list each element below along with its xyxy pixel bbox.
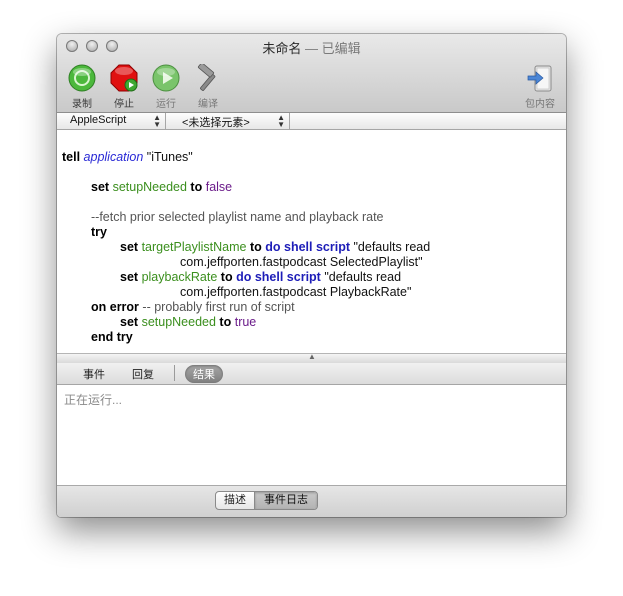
language-popup[interactable]: AppleScript ▲ ▼ bbox=[57, 113, 166, 129]
run-button[interactable]: 运行 bbox=[146, 64, 186, 110]
record-button[interactable]: 录制 bbox=[62, 64, 102, 110]
stop-button[interactable]: 停止 bbox=[104, 64, 144, 110]
document-status: 已编辑 bbox=[321, 41, 361, 56]
tab-replies[interactable]: 回复 bbox=[132, 366, 154, 382]
splitter-handle-icon: ▲ bbox=[308, 352, 316, 361]
result-text: 正在运行... bbox=[64, 393, 123, 407]
element-popup-value: <未选择元素> bbox=[182, 117, 250, 129]
window-toolbar: 未命名 — 已编辑 录制 停止 运行 编译 包内容 bbox=[57, 34, 566, 113]
script-line: try bbox=[91, 225, 107, 239]
popup-arrows-icon: ▲ ▼ bbox=[277, 113, 285, 129]
view-segmented-control: 描述 事件日志 bbox=[215, 491, 318, 510]
script-line: com.jeffporten.fastpodcast PlaybackRate" bbox=[180, 285, 412, 299]
result-pane[interactable]: 正在运行... bbox=[57, 385, 566, 485]
document-name: 未命名 bbox=[262, 41, 302, 56]
compile-button[interactable]: 编译 bbox=[188, 64, 228, 110]
bundle-contents-label: 包内容 bbox=[525, 99, 555, 110]
event-log-segment[interactable]: 事件日志 bbox=[255, 492, 317, 509]
record-icon bbox=[68, 64, 96, 92]
result-tab-bar: 事件 回复 结果 bbox=[57, 363, 566, 385]
window-title: 未命名 — 已编辑 bbox=[57, 38, 566, 57]
script-editor-window: 未命名 — 已编辑 录制 停止 运行 编译 包内容 AppleScript ▲ … bbox=[57, 34, 566, 517]
navigation-bar: AppleScript ▲ ▼ <未选择元素> ▲ ▼ bbox=[57, 113, 566, 130]
tab-result[interactable]: 结果 bbox=[185, 365, 223, 383]
title-separator: — bbox=[301, 41, 322, 56]
bundle-contents-button[interactable]: 包内容 bbox=[520, 64, 560, 110]
tab-separator bbox=[174, 365, 175, 381]
script-line: tell application "iTunes" bbox=[62, 150, 193, 164]
script-line: end try bbox=[91, 330, 133, 344]
element-popup[interactable]: <未选择元素> ▲ ▼ bbox=[166, 113, 290, 129]
drawer-icon bbox=[527, 65, 552, 92]
script-line: set playbackRate to do shell script "def… bbox=[120, 270, 402, 284]
popup-arrows-icon: ▲ ▼ bbox=[153, 113, 161, 129]
hammer-icon bbox=[197, 64, 216, 91]
stop-icon bbox=[110, 64, 138, 92]
bottom-bar: 描述 事件日志 bbox=[57, 485, 566, 517]
compile-label: 编译 bbox=[198, 99, 218, 110]
play-icon bbox=[152, 64, 180, 92]
description-segment[interactable]: 描述 bbox=[216, 492, 255, 509]
script-line: set setupNeeded to true bbox=[120, 315, 257, 329]
language-popup-value: AppleScript bbox=[70, 114, 127, 126]
script-line: com.jeffporten.fastpodcast SelectedPlayl… bbox=[180, 255, 423, 269]
script-line: set setupNeeded to false bbox=[91, 180, 233, 194]
script-line: set targetPlaylistName to do shell scrip… bbox=[120, 240, 431, 254]
script-line: --fetch prior selected playlist name and… bbox=[91, 210, 384, 224]
tab-events[interactable]: 事件 bbox=[83, 366, 105, 382]
script-editor[interactable]: tell application "iTunes" set setupNeede… bbox=[57, 130, 566, 353]
script-line: on error -- probably first run of script bbox=[91, 300, 295, 314]
